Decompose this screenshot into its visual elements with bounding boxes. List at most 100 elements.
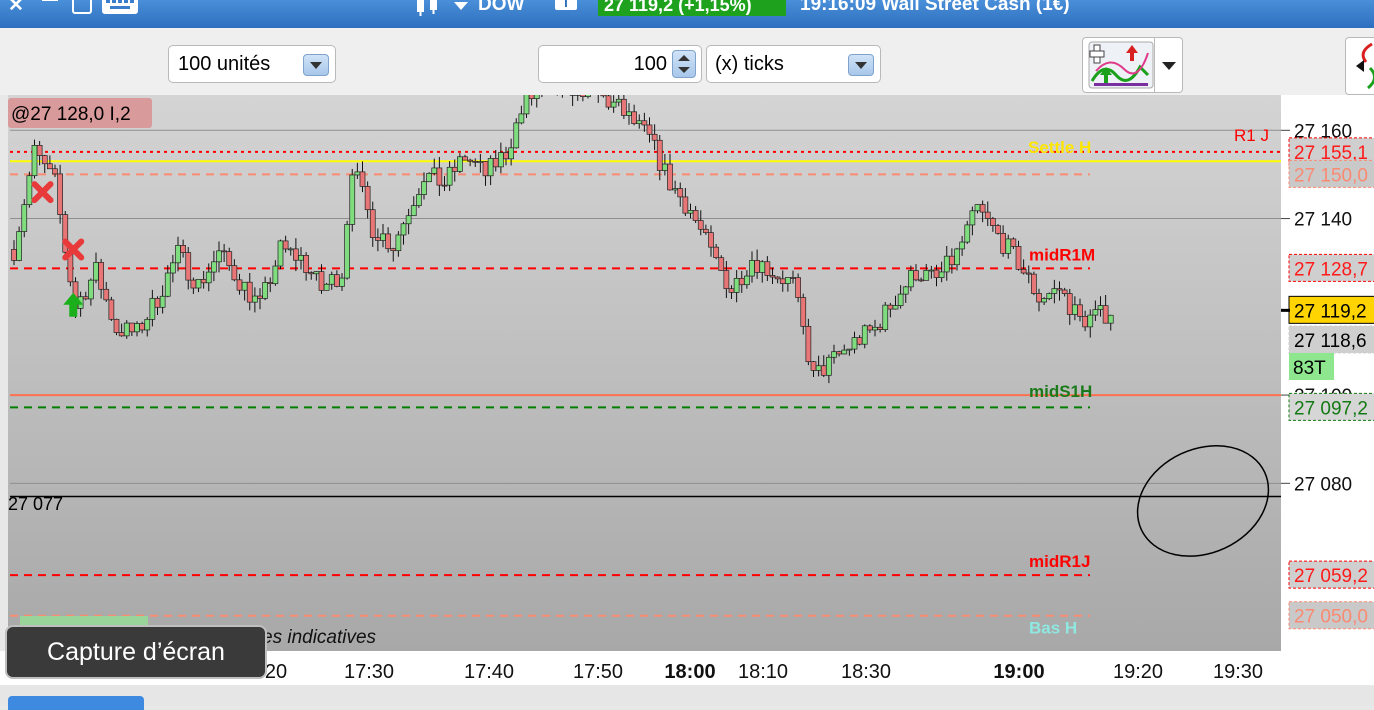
time-tick-label: 17:30 [344,661,394,683]
bullish-candle [1006,239,1011,253]
level-name-label: Bas H [1029,619,1077,638]
screenshot-capture-label[interactable]: Capture d’écran [5,625,267,679]
symbol-label[interactable]: DOW [478,0,524,16]
bearish-candle [1037,293,1042,302]
top-bar: ✕ DOW i 27 119,2 (+1,15%) 19:16:09 Wall … [0,0,1374,28]
ticks-count-stepper[interactable]: 100 [538,45,702,83]
bearish-candle [934,270,939,278]
level-price-label: 27 050,0 [1294,607,1368,628]
bullish-candle [744,276,749,285]
bottom-tab-button[interactable] [8,696,144,710]
time-tick-label: 19:00 [993,661,1044,683]
bearish-candle [642,121,647,125]
bullish-candle [586,95,591,97]
bearish-candle [791,278,796,279]
bullish-candle [908,271,913,287]
time-tick-label: 18:10 [738,661,788,683]
bullish-candle [1093,310,1098,316]
bearish-candle [606,96,611,107]
bullish-candle [975,205,980,211]
chevron-down-icon[interactable] [1162,62,1176,70]
bearish-candle [919,280,924,281]
bearish-candle [770,275,775,277]
bullish-candle [263,282,268,298]
info-icon[interactable]: i [555,0,577,10]
dropdown-arrow-icon[interactable] [454,2,468,10]
indicator-tool-button[interactable] [1082,37,1183,93]
bearish-candle [719,258,724,271]
bearish-candle [468,160,473,161]
bullish-candle [340,278,345,286]
bullish-candle [519,114,524,123]
level-price-label: 27 059,2 [1294,566,1368,587]
bearish-candle [222,251,227,252]
bearish-candle [442,185,447,186]
bullish-candle [929,270,934,271]
bullish-candle [760,262,765,273]
bearish-candle [601,95,606,96]
chevron-down-icon[interactable] [848,54,874,76]
bullish-candle [478,162,483,163]
bearish-candle [140,324,145,330]
bearish-candle [647,125,652,134]
stepper-buttons[interactable] [672,50,696,78]
bullish-candle [893,306,898,309]
bearish-candle [99,262,104,289]
bearish-candle [232,266,237,280]
bearish-candle [360,172,365,186]
bullish-candle [94,262,99,280]
bearish-candle [129,323,134,332]
bearish-candle [980,205,985,213]
bullish-candle [145,319,150,330]
bearish-candle [1011,239,1016,246]
bullish-candle [176,245,181,262]
bearish-candle [811,362,816,371]
bearish-candle [1103,306,1108,324]
level-price-label: 27 097,2 [1294,398,1368,419]
bullish-candle [135,324,140,332]
time-tick-label: 18:00 [664,661,715,683]
ticks-unit-select[interactable]: (x) ticks [706,45,881,83]
bearish-candle [47,164,52,169]
time-tick-label: 17:50 [573,661,623,683]
bottom-bar [0,686,1374,706]
chevron-down-icon[interactable] [303,54,329,76]
keyboard-icon[interactable] [102,0,138,14]
bearish-candle [375,238,380,241]
close-icon[interactable]: ✕ [8,0,24,17]
bearish-candle [181,245,186,252]
bearish-candle [985,212,990,218]
units-select[interactable]: 100 unités [168,45,336,83]
indicator-tool-icon [1088,41,1154,89]
bullish-candle [688,210,693,213]
bullish-candle [842,350,847,354]
bullish-candle [637,121,642,124]
bearish-candle [1057,289,1062,290]
bearish-candle [283,241,288,249]
bullish-candle [401,224,406,235]
price-chart[interactable]: R1 JSettle HmidR1MmidS1HmidR1JBas H 27 1… [0,95,1374,685]
minimize-icon[interactable] [42,0,58,1]
bearish-candle [104,289,109,300]
bearish-candle [258,296,263,298]
bullish-candle [457,157,462,172]
bullish-candle [32,145,37,175]
bearish-candle [996,226,1001,234]
order-flow-button[interactable] [1345,37,1374,95]
candlestick-icon[interactable] [414,0,446,20]
bearish-candle [309,273,314,274]
bearish-candle [780,279,785,284]
time-tick-label: 19:30 [1213,661,1263,683]
bullish-candle [734,278,739,292]
bearish-candle [878,327,883,329]
stepper-arrows-icon[interactable] [673,51,695,77]
time-instrument-label: 19:16:09 Wall Street Cash (1€) [800,0,1070,16]
window-icon[interactable] [72,0,92,14]
bearish-candle [227,252,232,266]
bearish-candle [714,247,719,258]
bearish-candle [724,271,729,289]
level-price-label: 27 150,0 [1294,165,1368,186]
bullish-candle [17,232,22,261]
bullish-candle [427,173,432,181]
time-tick-label: 18:30 [841,661,891,683]
